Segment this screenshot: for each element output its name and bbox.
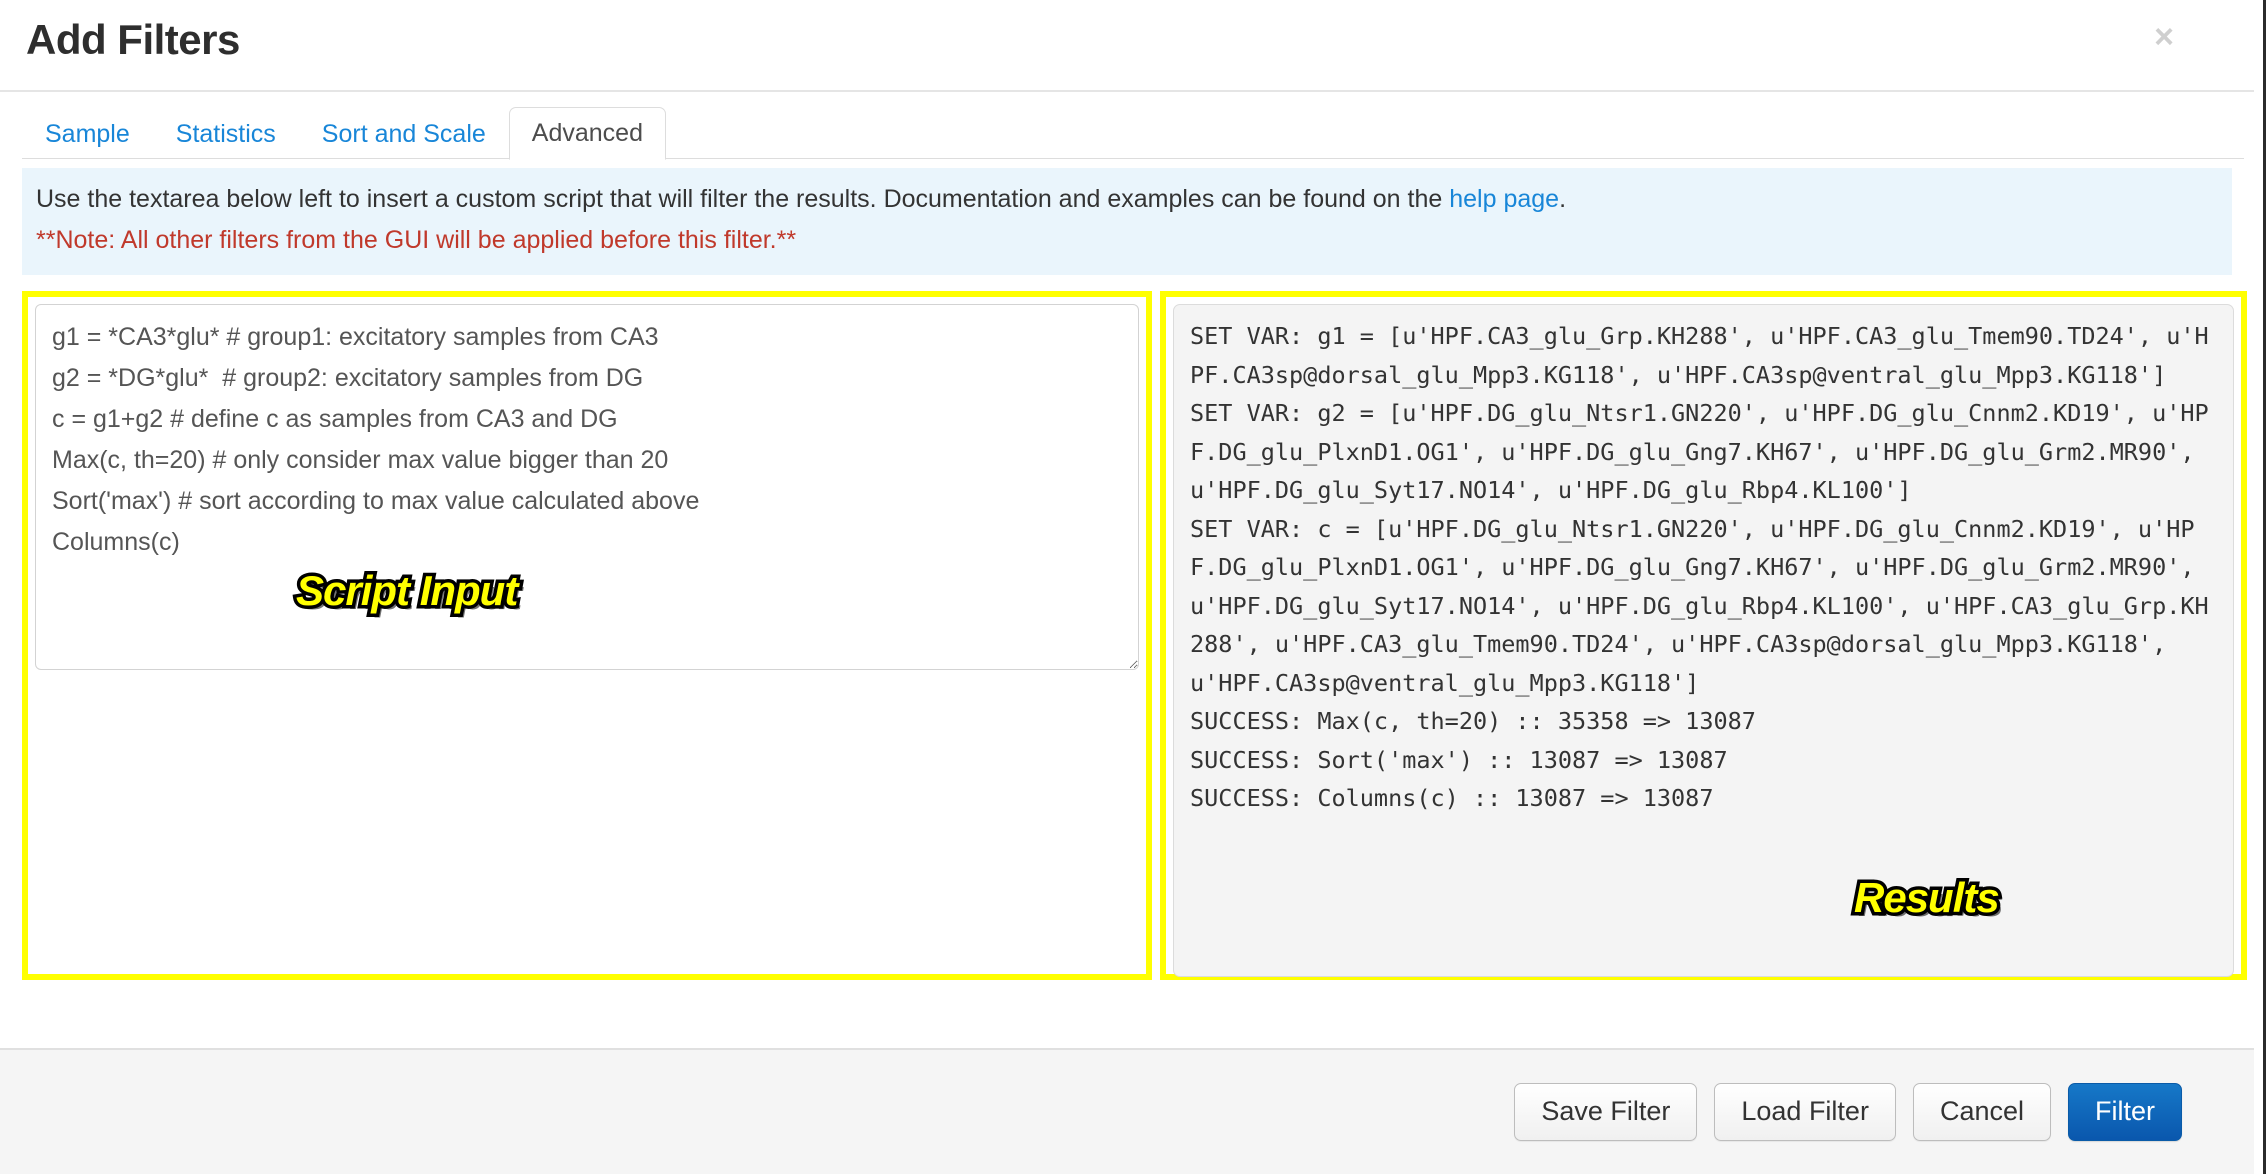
tab-statistics[interactable]: Statistics (153, 108, 299, 160)
modal-footer: Save Filter Load Filter Cancel Filter (0, 1048, 2254, 1174)
help-page-link[interactable]: help page (1449, 185, 1559, 213)
filter-button[interactable]: Filter (2068, 1083, 2182, 1141)
results-output: SET VAR: g1 = [u'HPF.CA3_glu_Grp.KH288',… (1173, 304, 2234, 977)
tab-sort-and-scale[interactable]: Sort and Scale (299, 108, 509, 160)
load-filter-button[interactable]: Load Filter (1714, 1083, 1896, 1141)
tabs-bar: Sample Statistics Sort and Scale Advance… (0, 92, 2254, 160)
modal-header: Add Filters × (0, 0, 2254, 92)
script-input-annotation-box: Script Input (22, 291, 1152, 980)
page-title: Add Filters (26, 16, 240, 63)
info-text-line: Use the textarea below left to insert a … (36, 179, 2218, 220)
results-annotation-box: SET VAR: g1 = [u'HPF.CA3_glu_Grp.KH288',… (1160, 291, 2247, 980)
close-icon[interactable]: × (2146, 16, 2182, 58)
tab-list: Sample Statistics Sort and Scale Advance… (22, 92, 2254, 160)
save-filter-button[interactable]: Save Filter (1514, 1083, 1698, 1141)
info-text-after-link: . (1559, 185, 1567, 213)
panels-area: Script Input SET VAR: g1 = [u'HPF.CA3_gl… (0, 275, 2254, 1048)
add-filters-modal: Add Filters × Sample Statistics Sort and… (0, 0, 2254, 1174)
info-text-before-link: Use the textarea below left to insert a … (36, 185, 1450, 213)
info-alert-bar: Use the textarea below left to insert a … (22, 168, 2232, 275)
script-input[interactable] (35, 304, 1139, 670)
info-note-text: **Note: All other filters from the GUI w… (36, 226, 797, 254)
tab-advanced[interactable]: Advanced (508, 107, 666, 160)
cancel-button[interactable]: Cancel (1912, 1083, 2051, 1141)
tab-sample[interactable]: Sample (22, 108, 153, 160)
